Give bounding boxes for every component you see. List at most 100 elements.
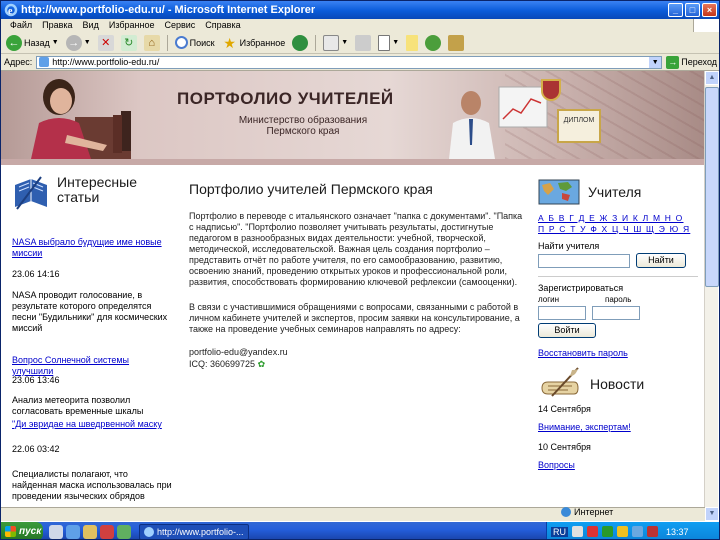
research-icon [448,34,465,51]
password-input[interactable] [592,306,640,320]
research-button[interactable] [446,34,466,52]
messenger-icon [425,34,442,51]
toolbar: ← Назад ▼ → ▼ ✕ ↻ ⌂ Поиск ★ Избранное ▼ … [1,32,719,54]
contact-icq: ICQ: 360699725 ✿ [189,359,525,370]
article-link[interactable]: "Ди эвридае на шведрвенной маску [12,419,172,430]
article-link[interactable]: Вопрос Солнечной системы улучшили [12,355,172,377]
close-button[interactable]: × [702,3,717,17]
forgot-password-link[interactable]: Восстановить пароль [538,348,698,358]
enter-button[interactable]: Войти [538,323,596,338]
scroll-down-icon[interactable]: ▼ [705,507,719,521]
search-button[interactable]: Поиск [173,35,217,50]
discuss-button[interactable] [404,34,420,52]
site-banner: ПОРТФОЛИО УЧИТЕЛЕЙ Министерство образова… [1,71,705,159]
article-date: 23.06 13:46 [12,375,60,385]
login-input[interactable] [538,306,586,320]
news-link[interactable]: Вопросы [538,460,698,470]
web-page: ПОРТФОЛИО УЧИТЕЛЕЙ Министерство образова… [1,71,705,521]
go-button[interactable]: → Переход [666,55,717,69]
tray-icon[interactable] [602,526,613,537]
refresh-icon: ↻ [120,34,137,51]
globe-icon [561,507,571,517]
quicklaunch-icon[interactable] [100,524,114,539]
articles-heading-line2: статьи [57,189,100,205]
alphabet-row2[interactable]: П Р С Т У Ф Х Ц Ч Ш Щ Э Ю Я [538,224,698,235]
quicklaunch-icon[interactable] [117,524,131,539]
stop-icon: ✕ [97,34,114,51]
tray-icon[interactable] [572,526,583,537]
intro-paragraph: Портфолио в переводе с итальянского озна… [189,211,523,287]
quicklaunch-icon[interactable] [66,524,80,539]
home-button[interactable]: ⌂ [142,34,162,52]
alphabet-row1[interactable]: А Б В Г Д Е Ж З И К Л М Н О [538,213,698,224]
tray-icon[interactable] [617,526,628,537]
article-date: 22.06 03:42 [12,444,60,454]
forward-arrow-icon: → [65,34,82,51]
banner-subtitle-line2: Пермского края [266,126,340,137]
taskbar-ie-window[interactable]: http://www.portfolio-... [139,523,249,539]
scroll-thumb[interactable] [705,87,719,287]
menu-edit[interactable]: Правка [37,19,77,32]
article-item: NASA выбрало будущие име новые миссии 23… [12,237,172,334]
lang-indicator[interactable]: RU [551,526,568,537]
maximize-button[interactable]: □ [685,3,700,17]
refresh-button[interactable]: ↻ [119,34,139,52]
favorites-button[interactable]: ★ Избранное [220,34,288,52]
print-button[interactable] [353,34,373,52]
article-item: 23.06 13:46 Анализ метеорита позволил со… [12,375,172,502]
start-button[interactable]: пуск [1,522,43,539]
tray-icon[interactable] [647,526,658,537]
address-dropdown-icon[interactable]: ▼ [649,56,662,68]
history-button[interactable] [290,34,310,52]
banner-subtitle: Министерство образования Пермского края [223,115,383,137]
menu-file[interactable]: Файл [5,19,37,32]
menu-view[interactable]: Вид [78,19,104,32]
article-text: Анализ метеорита позволил согласовать вр… [12,395,144,416]
scroll-up-icon[interactable]: ▲ [705,71,719,85]
address-input[interactable]: http://www.portfolio-edu.ru/ ▼ [36,55,663,69]
edit-button[interactable]: ▼ [376,34,401,52]
mail-button[interactable]: ▼ [321,34,350,52]
back-button[interactable]: ← Назад ▼ [4,34,61,52]
quicklaunch-icon[interactable] [49,524,63,539]
page-title: Портфолио учителей Пермского края [189,181,433,197]
quick-launch [49,524,131,539]
go-arrow-icon: → [666,55,680,69]
menu-favorites[interactable]: Избранное [104,19,160,32]
article-date: 23.06 14:16 [12,269,60,279]
quicklaunch-icon[interactable] [83,524,97,539]
word-icon [378,34,391,51]
find-teacher-input[interactable] [538,253,630,268]
news-date: 14 Сентября [538,404,591,414]
tray-icon[interactable] [587,526,598,537]
menu-tools[interactable]: Сервис [159,19,200,32]
minimize-button[interactable]: _ [668,3,683,17]
contact-email[interactable]: portfolio-edu@yandex.ru [189,347,525,358]
stop-button[interactable]: ✕ [96,34,116,52]
page-icon [39,57,50,67]
news-heading: Новости [538,366,698,402]
back-label: Назад [24,37,50,48]
news-link[interactable]: Внимание, экспертам! [538,422,698,432]
vertical-scrollbar[interactable]: ▲ ▼ [704,71,719,521]
find-button[interactable]: Найти [636,253,686,268]
ie-task-icon [144,526,154,537]
diploma-image: ДИПЛОМ [557,109,601,143]
printer-icon [355,34,372,51]
messenger-button[interactable] [423,34,443,52]
task-label: http://www.portfolio-... [157,526,244,537]
article-text: Специалисты полагают, что найденная маск… [12,469,172,501]
article-link[interactable]: NASA выбрало будущие име новые миссии [12,237,172,259]
login-label: логин [538,295,560,304]
register-link[interactable]: Зарегистрироваться [538,283,698,293]
menu-help[interactable]: Справка [200,19,245,32]
alphabet-index[interactable]: А Б В Г Д Е Ж З И К Л М Н О П Р С Т У Ф … [538,213,698,235]
forward-button[interactable]: → ▼ [64,34,93,52]
back-arrow-icon: ← [6,34,22,51]
password-label: пароль [605,295,632,304]
articles-heading: Интересные статьи [11,175,137,211]
diploma-text: ДИПЛОМ [563,117,595,124]
tray-icon[interactable] [632,526,643,537]
banner-title: ПОРТФОЛИО УЧИТЕЛЕЙ [177,89,394,108]
teachers-title: Учителя [588,184,642,200]
